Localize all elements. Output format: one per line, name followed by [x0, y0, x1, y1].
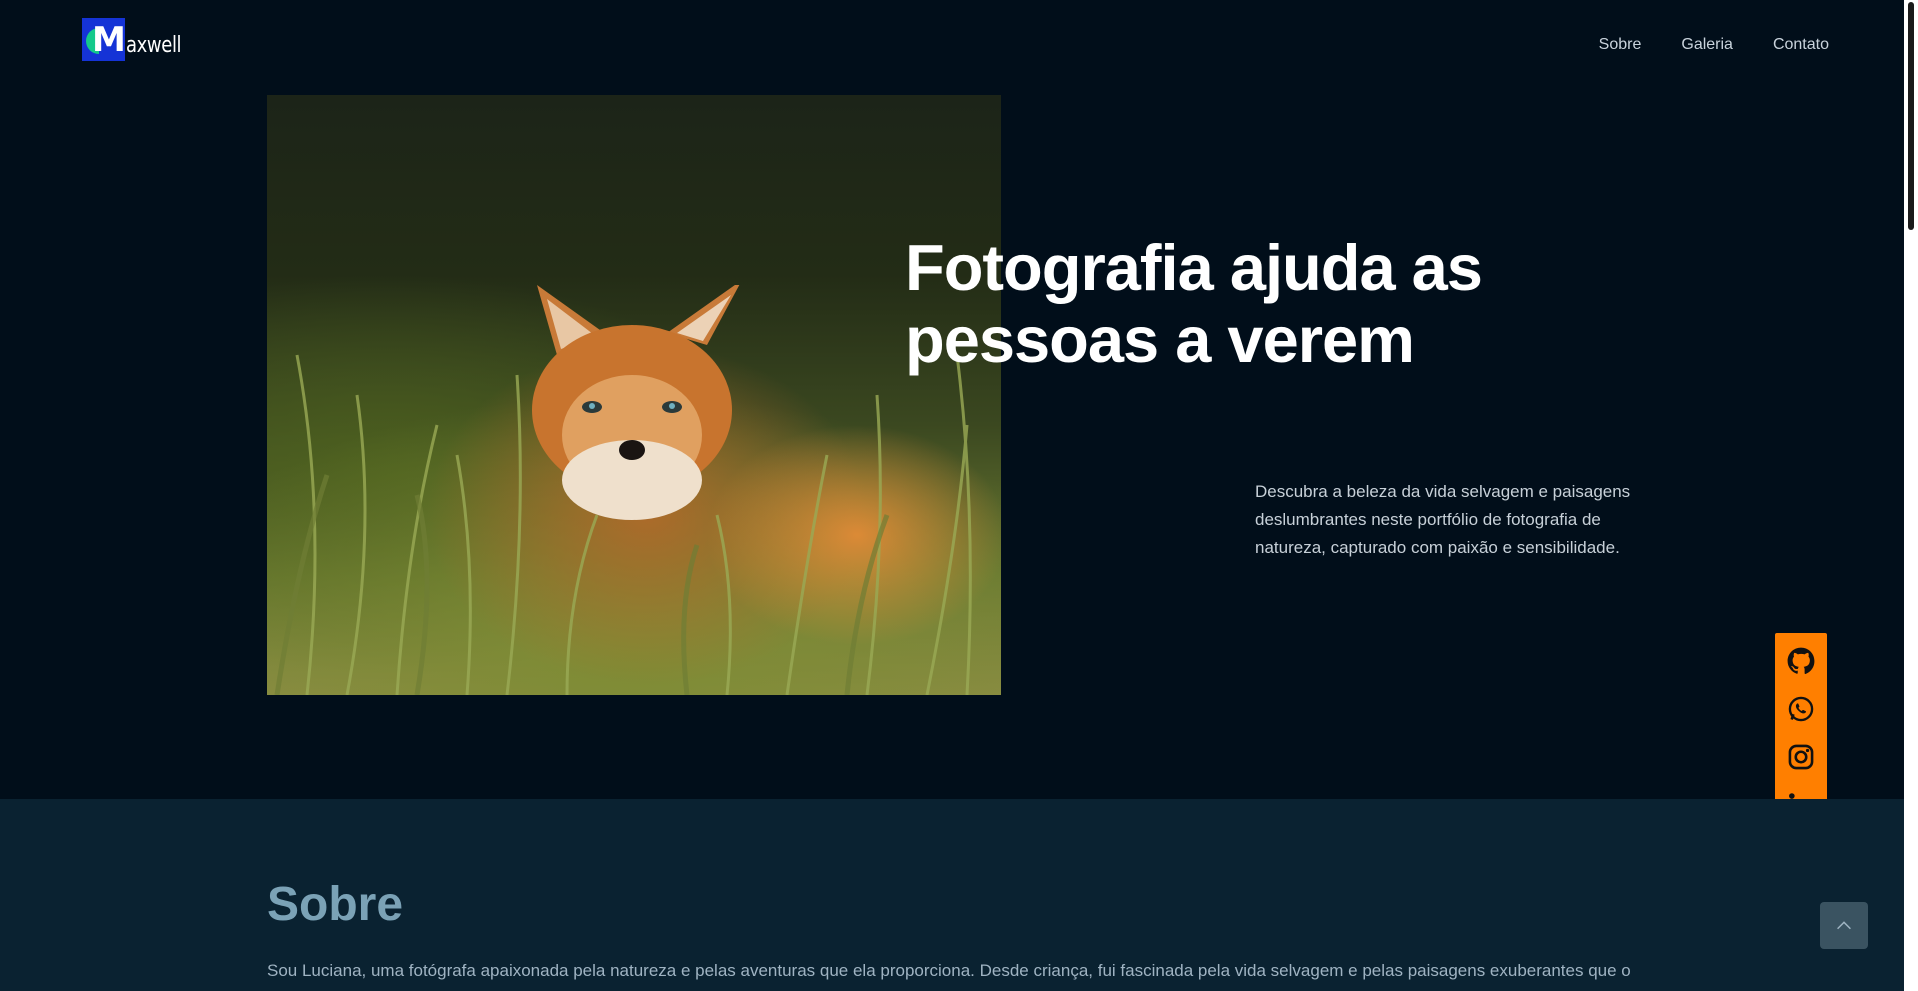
main-nav: Sobre Galeria Contato [1599, 36, 1829, 54]
about-title: Sobre [267, 878, 404, 931]
chevron-up-icon [1837, 920, 1851, 929]
scrollbar-thumb[interactable] [1908, 2, 1914, 230]
hero-title-line2: pessoas a verem [905, 303, 1415, 376]
page-scrollbar[interactable] [1904, 0, 1918, 991]
nav-link-galeria[interactable]: Galeria [1681, 36, 1733, 54]
whatsapp-icon[interactable] [1784, 691, 1818, 727]
back-to-top-button[interactable] [1820, 902, 1868, 949]
about-text: Sou Luciana, uma fotógrafa apaixonada pe… [267, 961, 1631, 980]
grass-overlay [274, 354, 972, 695]
fox-in-grass-photo [267, 95, 1001, 695]
github-icon[interactable] [1784, 643, 1818, 679]
nav-link-contato[interactable]: Contato [1773, 36, 1829, 54]
logo[interactable]: M axwell [82, 17, 193, 61]
logo-mark: M [82, 17, 125, 61]
instagram-icon[interactable] [1784, 739, 1818, 775]
logo-mark-letter: M [92, 19, 125, 60]
site-header: M axwell Sobre Galeria Contato [0, 0, 1904, 94]
about-section: Sobre Sou Luciana, uma fotógrafa apaixon… [0, 799, 1904, 991]
hero-title-line1: Fotografia ajuda as [905, 231, 1483, 304]
logo-text: axwell [126, 32, 182, 58]
hero-description: Descubra a beleza da vida selvagem e pai… [1255, 482, 1631, 557]
nav-link-sobre[interactable]: Sobre [1599, 36, 1642, 54]
social-links-bar [1775, 633, 1827, 827]
hero-title: Fotografia ajuda as pessoas a verem [905, 232, 1605, 376]
